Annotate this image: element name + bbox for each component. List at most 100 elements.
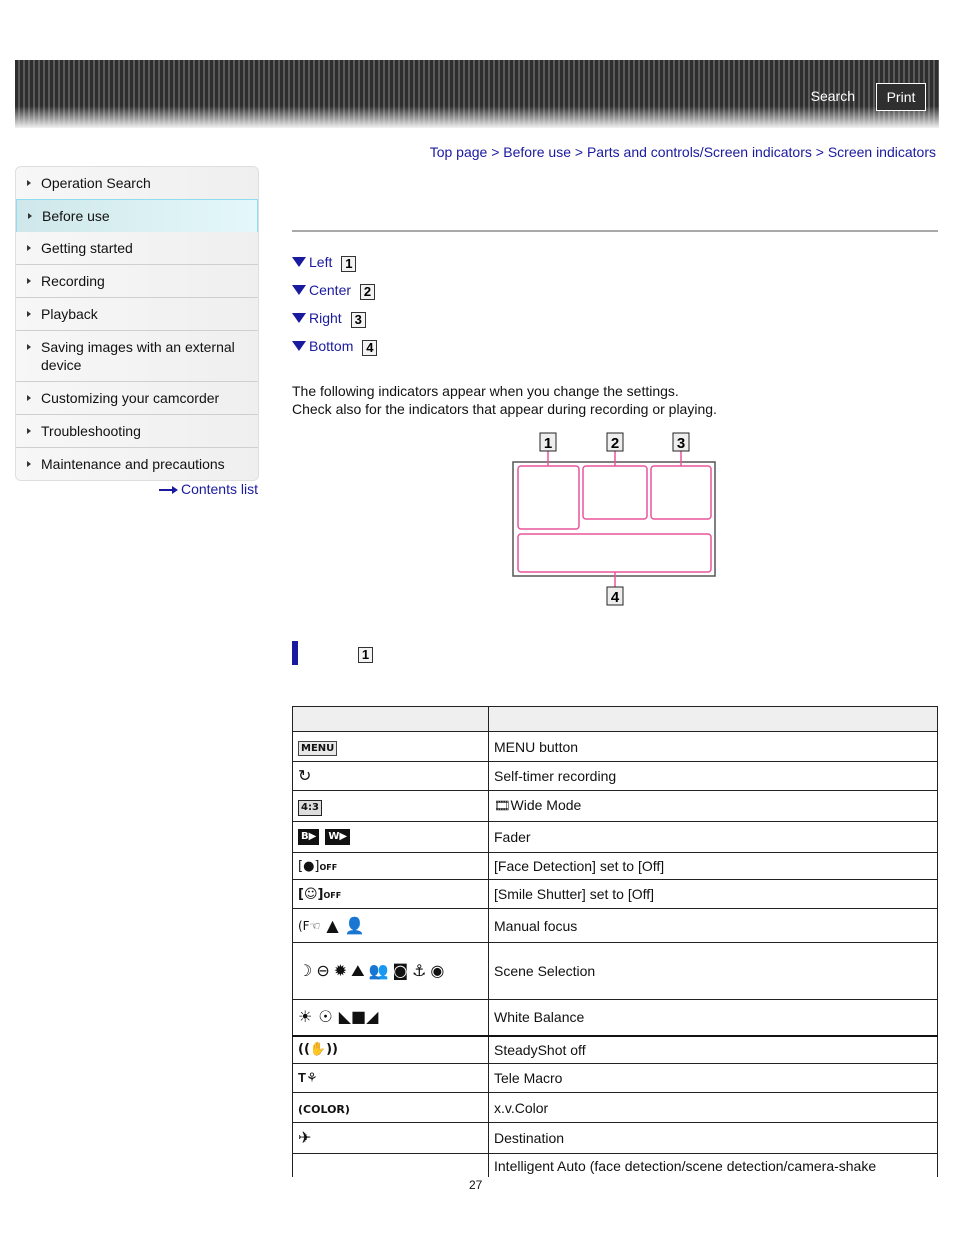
triangle-down-icon [292,285,306,295]
table-row: ✈ Destination [292,1122,938,1154]
sidebar-item-label: Recording [41,273,105,289]
number-box: 1 [341,256,357,272]
arrow-right-icon [158,486,179,495]
snow-icon: ◉ [430,961,445,980]
breadcrumb-screen-indicators[interactable]: Screen indicators [828,144,936,160]
row-desc: Scene Selection [488,942,938,1000]
xv-color-icon: (COLOR) [298,1102,350,1116]
sidebar-item-label: Getting started [41,240,133,256]
triangle-down-icon [292,341,306,351]
outdoor-icon: ☀ [298,1007,313,1027]
label-4: 4 [606,586,624,606]
sidebar-item-label: Saving images with an external device [41,339,235,373]
table-row: ↻ Self-timer recording [292,761,938,791]
sidebar-item-customizing[interactable]: Customizing your camcorder [16,382,258,415]
table-row: ☽ ⊖ ✹ ⛰ 👥 ◙ ⚓ ◉ Scene Selection [292,942,938,1000]
table-row: (COLOR) x.v.Color [292,1092,938,1123]
arrow-right-icon [27,180,31,186]
arrow-right-icon [27,278,31,284]
anchor-label: Bottom [309,338,354,354]
anchor-label: Center [309,282,352,298]
anchor-label: Left [309,254,333,270]
intro-line-2: Check also for the indicators that appea… [292,401,717,417]
contents-list-link[interactable]: Contents list [158,481,258,497]
destination-icon: ✈ [298,1128,312,1147]
row-desc: White Balance [488,999,938,1036]
manual-focus-icon: (F☜ [298,918,321,933]
one-push-icon: ◣■◢ [338,1007,379,1027]
steadyshot-off-icon: ((✋)) [298,1042,338,1058]
film-icon: 🎞 [494,798,511,814]
sidebar-item-playback[interactable]: Playback [16,298,258,331]
sidebar-item-saving-images[interactable]: Saving images with an external device [16,331,258,382]
number-box: 2 [360,284,376,300]
print-button[interactable]: Print [876,83,926,111]
section-number-box: 1 [358,647,373,663]
contents-list-label: Contents list [180,481,258,497]
sidebar-item-getting-started[interactable]: Getting started [16,232,258,265]
anchor-center[interactable]: Center 2 [292,282,377,310]
anchor-right[interactable]: Right 3 [292,310,377,338]
arrow-right-icon [27,311,31,317]
row-desc: Manual focus [488,908,938,943]
self-timer-icon: ↻ [298,766,312,785]
sidebar-item-operation-search[interactable]: Operation Search [16,167,258,200]
row-desc: Self-timer recording [488,761,938,791]
smile-shutter-off-icon: [☺]OFF [298,886,342,902]
table-row: ((✋)) SteadyShot off [292,1034,938,1064]
indicator-table: MENU MENU button ↻ Self-timer recording … [292,706,938,1194]
row-desc: Tele Macro [488,1063,938,1093]
arrow-right-icon [27,461,31,467]
row-desc: [Face Detection] set to [Off] [488,852,938,880]
title-divider [292,230,938,232]
aspect-4-3-icon: 4:3 [298,799,322,816]
row-desc: Fader [488,821,938,853]
header-meaning [488,706,938,732]
table-header-row [292,706,938,732]
fader-white-icon: W▶ [325,829,351,845]
sidebar-item-label: Maintenance and precautions [41,456,225,472]
arrow-right-icon [27,428,31,434]
sidebar-item-before-use[interactable]: Before use [16,199,258,233]
mountain-focus-icon: ▲ [326,915,339,935]
sidebar-item-label: Operation Search [41,175,151,191]
breadcrumb-parts-and-controls[interactable]: Parts and controls/Screen indicators [587,144,812,160]
triangle-down-icon [292,313,306,323]
sidebar-item-recording[interactable]: Recording [16,265,258,298]
breadcrumb-separator: > [815,144,824,160]
menu-icon: MENU [298,740,338,756]
anchor-bottom[interactable]: Bottom 4 [292,338,378,366]
fireworks-icon: ✹ [333,961,348,980]
table-row: T⚘ Tele Macro [292,1063,938,1093]
arrow-right-icon [28,213,32,219]
anchor-left[interactable]: Left 1 [292,254,377,282]
breadcrumb-before-use[interactable]: Before use [503,144,571,160]
label-3: 3 [672,432,690,452]
spotlight-icon: ◙ [392,961,409,980]
breadcrumb-top-page[interactable]: Top page [430,144,488,160]
tele-macro-icon: T⚘ [298,1069,318,1086]
label-1-text: 1 [544,435,552,452]
sidebar-item-label: Before use [42,208,110,224]
anchor-label: Right [309,310,342,326]
number-box: 3 [350,312,366,328]
row-desc: [Smile Shutter] set to [Off] [488,879,938,909]
table-row: [☺]OFF [Smile Shutter] set to [Off] [292,879,938,909]
breadcrumb-separator: > [574,144,584,160]
intro-line-1: The following indicators appear when you… [292,383,679,399]
sidebar-item-maintenance[interactable]: Maintenance and precautions [16,448,258,480]
page-number: 27 [469,1178,483,1192]
table-row: (F☜ ▲ 👤 Manual focus [292,908,938,943]
sunrise-sunset-icon: ⊖ [316,961,330,980]
section-heading-bar [292,641,298,665]
sidebar-item-troubleshooting[interactable]: Troubleshooting [16,415,258,448]
row-desc: SteadyShot off [488,1034,938,1064]
sidebar-nav: Operation Search Before use Getting star… [15,166,259,481]
label-1: 1 [539,432,557,452]
label-2-text: 2 [611,435,619,452]
search-link[interactable]: Search [811,88,855,104]
row-desc: x.v.Color [488,1092,938,1123]
breadcrumb: Top page > Before use > Parts and contro… [430,144,936,160]
section-anchor-list: Left 1 Center 2 Right 3 Bottom 4 [292,254,378,366]
row-desc: Wide Mode [510,796,582,813]
